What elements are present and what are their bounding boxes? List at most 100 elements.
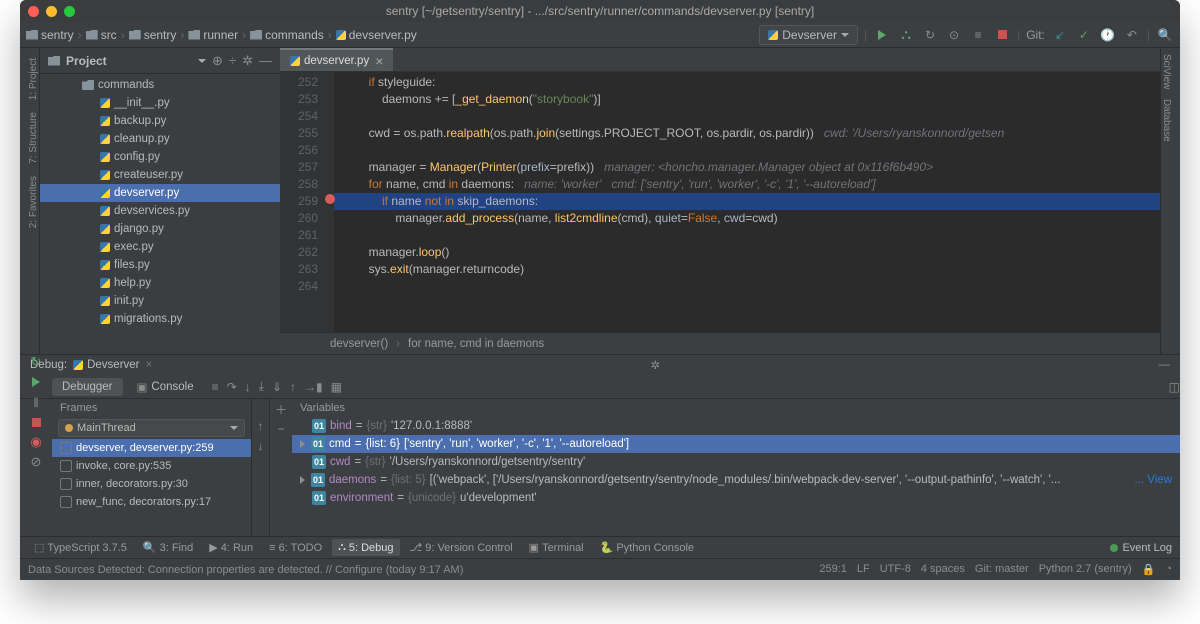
tree-item[interactable]: django.py (40, 220, 280, 238)
tree-item[interactable]: migrations.py (40, 310, 280, 328)
event-log[interactable]: Event Log (1110, 542, 1172, 554)
threads-icon[interactable]: ≡ (212, 380, 219, 394)
breadcrumb-item[interactable]: devserver() (330, 338, 388, 350)
code-editor[interactable]: 252253254255256257258259260261262263264 … (280, 72, 1160, 332)
breadcrumb-item[interactable]: sentry (129, 28, 177, 42)
new-watch-icon[interactable]: ＋ (275, 401, 287, 418)
breadcrumb-item[interactable]: src (86, 28, 117, 42)
cursor-position[interactable]: 259:1 (819, 563, 847, 576)
step-out-icon[interactable]: ↑ (290, 380, 296, 394)
force-step-icon[interactable]: ⇓ (272, 380, 282, 394)
step-into-icon[interactable]: ↓ (245, 380, 251, 394)
layout-icon[interactable]: ◫ (1169, 380, 1180, 394)
breadcrumb-item[interactable]: devserver.py (336, 28, 417, 42)
run-button[interactable] (873, 26, 891, 44)
variable-row[interactable]: 01 daemons = {list: 5} [('webpack', ['/U… (292, 471, 1180, 489)
settings-icon[interactable]: ✲ (242, 53, 253, 69)
resume-button[interactable] (20, 373, 52, 391)
git-branch[interactable]: Git: master (975, 563, 1029, 576)
lock-icon[interactable]: 🔒 (1142, 563, 1156, 576)
tree-item[interactable]: __init__.py (40, 94, 280, 112)
code-line[interactable]: for name, cmd in daemons: name: 'worker'… (334, 176, 1160, 193)
run-to-cursor-icon[interactable]: →▮ (304, 380, 323, 394)
locate-icon[interactable]: ⊕ (212, 53, 223, 69)
code-line[interactable] (334, 108, 1160, 125)
python-interpreter[interactable]: Python 2.7 (sentry) (1039, 563, 1132, 576)
indent[interactable]: 4 spaces (921, 563, 965, 576)
variable-row[interactable]: 01 environment = {unicode} u'development… (292, 489, 1180, 507)
tree-item[interactable]: createuser.py (40, 166, 280, 184)
run-configuration-selector[interactable]: Devserver (759, 25, 858, 45)
expand-icon[interactable] (300, 440, 305, 448)
breadcrumb-item[interactable]: for name, cmd in daemons (408, 338, 544, 350)
bottom-tool-tab[interactable]: 🔍3: Find (137, 539, 199, 556)
variable-row[interactable]: 01 cmd = {list: 6} ['sentry', 'run', 'wo… (292, 435, 1180, 453)
breakpoint-icon[interactable] (325, 194, 335, 204)
thread-selector[interactable]: MainThread (58, 419, 245, 437)
stack-frame[interactable]: devserver, devserver.py:259 (52, 439, 251, 457)
file-encoding[interactable]: UTF-8 (880, 563, 911, 576)
bottom-tool-tab[interactable]: ⎇9: Version Control (404, 539, 519, 556)
structure-tool-tab[interactable]: 7: Structure (20, 112, 39, 164)
editor-tab[interactable]: devserver.py × (280, 48, 393, 71)
git-revert-button[interactable]: ↶ (1123, 26, 1141, 44)
step-over-icon[interactable]: ↷ (227, 380, 237, 394)
stop-button[interactable] (993, 26, 1011, 44)
tree-item[interactable]: devservices.py (40, 202, 280, 220)
bottom-tool-tab[interactable]: ≡6: TODO (263, 540, 328, 556)
project-tool-tab[interactable]: 1: Project (20, 58, 39, 100)
code-line[interactable]: if name not in skip_daemons: (334, 193, 1160, 210)
git-commit-button[interactable]: ✓ (1075, 26, 1093, 44)
rerun-button[interactable]: ↻ (20, 353, 52, 371)
bottom-tool-tab[interactable]: 🐍Python Console (594, 539, 700, 556)
stack-frame[interactable]: invoke, core.py:535 (52, 457, 251, 475)
tree-item[interactable]: init.py (40, 292, 280, 310)
coverage-button[interactable]: ↻ (921, 26, 939, 44)
console-tab[interactable]: ▣Console (127, 377, 204, 397)
tree-item[interactable]: config.py (40, 148, 280, 166)
bottom-tool-tab[interactable]: ▶4: Run (203, 539, 259, 556)
debug-settings-icon[interactable]: ✲ (651, 358, 661, 372)
code-line[interactable] (334, 142, 1160, 159)
breadcrumb-item[interactable]: runner (188, 28, 238, 42)
inspector-icon[interactable]: ◔ (1165, 563, 1172, 576)
favorites-tool-tab[interactable]: 2: Favorites (20, 176, 39, 228)
chevron-down-icon[interactable] (198, 59, 206, 63)
variable-row[interactable]: 01 bind = {str} '127.0.0.1:8888' (292, 417, 1180, 435)
code-line[interactable] (334, 227, 1160, 244)
remove-watch-icon[interactable]: − (277, 422, 284, 436)
tree-item[interactable]: cleanup.py (40, 130, 280, 148)
tree-item[interactable]: devserver.py (40, 184, 280, 202)
breadcrumb-item[interactable]: commands (250, 28, 324, 42)
breadcrumb-item[interactable]: sentry (26, 28, 74, 42)
close-tab-icon[interactable]: × (375, 53, 383, 69)
hide-icon[interactable]: — (259, 53, 272, 68)
code-line[interactable]: manager.add_process(name, list2cmdline(c… (334, 210, 1160, 227)
code-line[interactable]: daemons += [_get_daemon("storybook")] (334, 91, 1160, 108)
restart-frame-icon[interactable]: ↑ (258, 419, 264, 433)
expand-icon[interactable] (300, 476, 305, 484)
search-everywhere-button[interactable]: 🔍 (1156, 26, 1174, 44)
tree-item[interactable]: help.py (40, 274, 280, 292)
debug-config[interactable]: Devserver × (73, 359, 152, 371)
debug-hide-icon[interactable]: — (1158, 359, 1170, 371)
profile-button[interactable]: ⊙ (945, 26, 963, 44)
database-tool-tab[interactable]: Database (1161, 99, 1180, 142)
tree-item[interactable]: backup.py (40, 112, 280, 130)
bottom-tool-tab[interactable]: ⛬5: Debug (332, 539, 399, 556)
stack-frame[interactable]: new_func, decorators.py:17 (52, 493, 251, 511)
variable-row[interactable]: 01 cwd = {str} '/Users/ryanskonnord/gets… (292, 453, 1180, 471)
drop-frame-icon[interactable]: ↓ (258, 439, 264, 453)
line-separator[interactable]: LF (857, 563, 870, 576)
bottom-tool-tab[interactable]: ▣Terminal (523, 539, 590, 556)
tree-item[interactable]: exec.py (40, 238, 280, 256)
git-update-button[interactable]: ↙ (1051, 26, 1069, 44)
minimize-window-button[interactable] (46, 6, 57, 17)
zoom-window-button[interactable] (64, 6, 75, 17)
code-line[interactable]: cwd = os.path.realpath(os.path.join(sett… (334, 125, 1160, 142)
tree-folder[interactable]: commands (40, 76, 280, 94)
bottom-tool-tab[interactable]: ⬚TypeScript 3.7.5 (28, 539, 133, 556)
step-into-my-icon[interactable]: ⤓ (259, 379, 264, 394)
code-line[interactable]: manager.loop() (334, 244, 1160, 261)
evaluate-icon[interactable]: ▦ (331, 380, 342, 394)
